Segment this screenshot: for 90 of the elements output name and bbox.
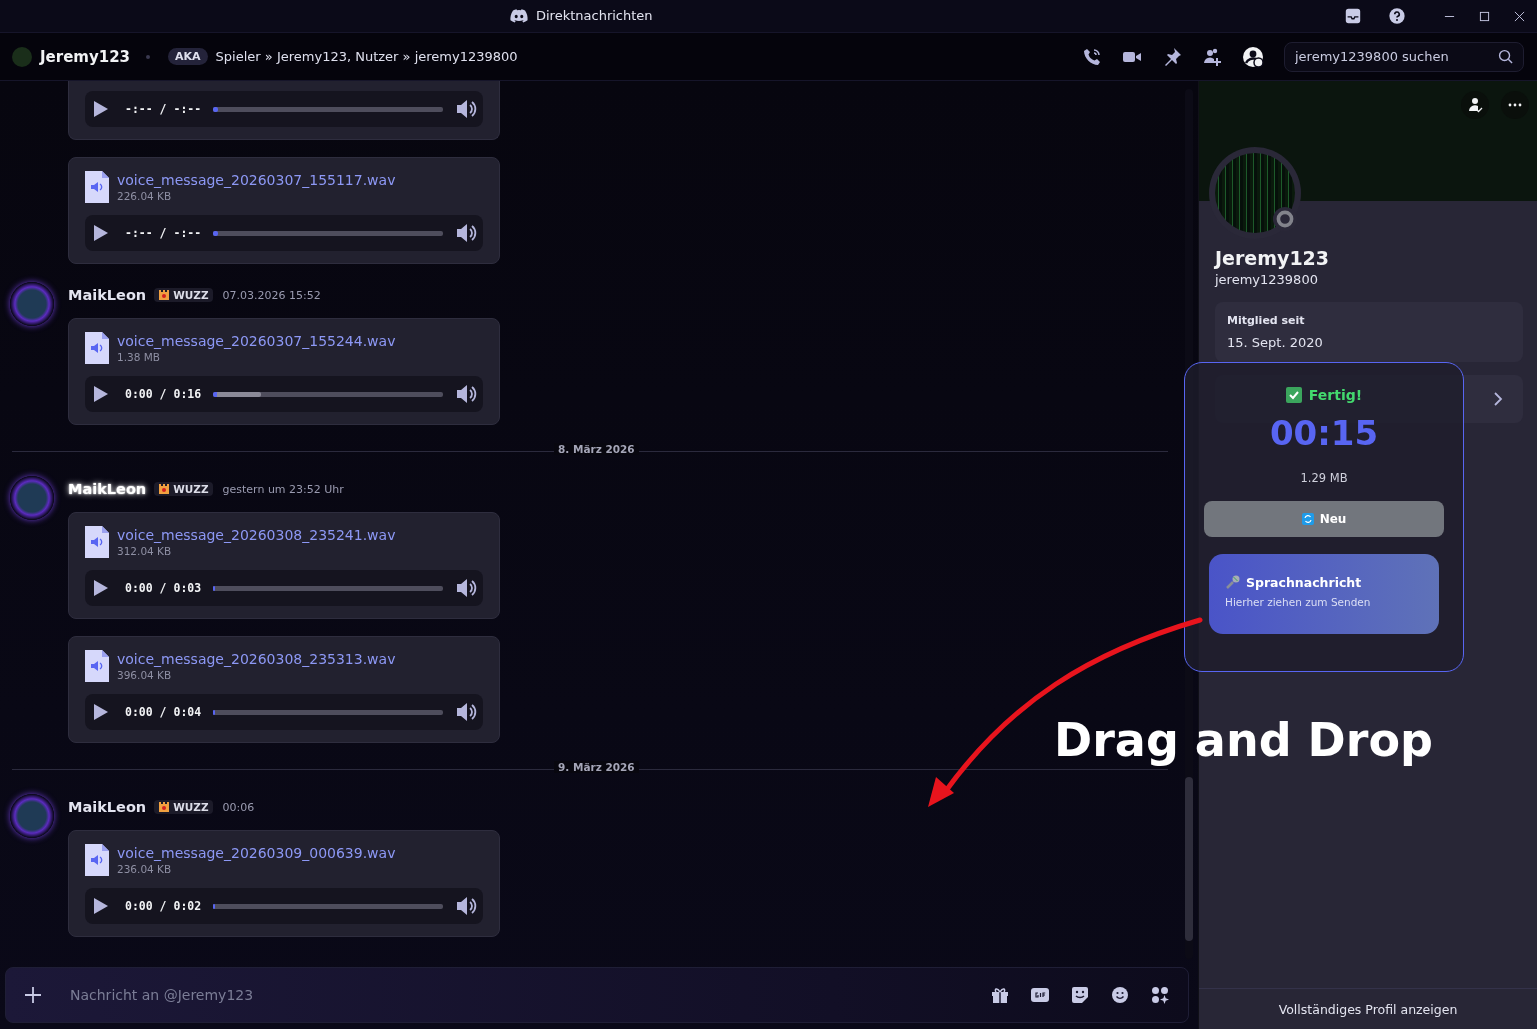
file-name-link[interactable]: voice_message_20260307_155117.wav (117, 171, 396, 189)
emoji-icon[interactable] (1110, 985, 1130, 1005)
message-timestamp: 00:06 (222, 800, 255, 814)
file-size: 312.04 KB (117, 543, 173, 558)
controller-logo-icon (510, 8, 528, 23)
inbox-icon[interactable] (1344, 7, 1362, 25)
file-name-link[interactable]: voice_message_20260309_000639.wav (117, 844, 396, 862)
sticker-icon[interactable] (1070, 985, 1090, 1005)
close-icon[interactable] (1514, 10, 1525, 22)
audio-time: 0:00 / 0:03 (125, 581, 202, 595)
author-name[interactable]: MaikLeon (68, 799, 147, 815)
aliases-text: Spieler » Jeremy123, Nutzer » jeremy1239800 (215, 49, 518, 64)
volume-icon[interactable] (455, 577, 477, 599)
file-size: 1.38 MB (117, 349, 161, 364)
play-icon[interactable] (93, 579, 109, 597)
chevron-right-icon (1493, 391, 1503, 407)
audio-file-icon (85, 844, 109, 876)
play-icon[interactable] (93, 385, 109, 403)
audio-time: -:-- / -:-- (125, 226, 202, 240)
person-check-icon[interactable] (1461, 91, 1489, 119)
recording-size: 1.29 MB (1300, 471, 1348, 485)
profile-username: jeremy1239800 (1215, 272, 1319, 287)
drag-card-title: Sprachnachricht (1246, 574, 1362, 590)
message-input[interactable]: Nachricht an @Jeremy123 (68, 986, 990, 1004)
search-icon (1498, 49, 1513, 64)
progress-bar[interactable] (213, 391, 443, 397)
volume-icon[interactable] (455, 895, 477, 917)
castle-icon (158, 289, 171, 301)
castle-icon (158, 483, 171, 495)
voice-message-drag-card[interactable]: Sprachnachricht Hierher ziehen zum Senden (1209, 554, 1439, 634)
member-label: Mitglied seit (1227, 314, 1306, 327)
help-icon[interactable] (1388, 7, 1406, 25)
gif-icon[interactable] (1030, 985, 1050, 1005)
volume-icon[interactable] (455, 222, 477, 244)
audio-file-icon (85, 526, 109, 558)
profile-name: Jeremy123 (1215, 247, 1331, 269)
maximize-icon[interactable] (1479, 10, 1490, 22)
audio-time: 0:00 / 0:16 (125, 387, 202, 401)
volume-icon[interactable] (455, 98, 477, 120)
recording-status: Fertig! (1308, 387, 1363, 403)
audio-file-icon (85, 332, 109, 364)
window-title: Direktnachrichten (536, 8, 653, 23)
author-name[interactable]: MaikLeon (68, 287, 147, 303)
play-icon[interactable] (93, 224, 109, 242)
message-composer[interactable]: Nachricht an @Jeremy123 (5, 967, 1189, 1023)
drag-card-hint: Hierher ziehen zum Senden (1225, 596, 1372, 608)
user-avatar (12, 46, 32, 67)
message-timestamp: 07.03.2026 15:52 (222, 288, 321, 302)
audio-time: 0:00 / 0:02 (125, 899, 202, 913)
file-size: 226.04 KB (117, 188, 173, 203)
recording-timer: 00:15 (1269, 413, 1379, 453)
play-icon[interactable] (93, 897, 109, 915)
new-recording-button[interactable]: Neu (1204, 501, 1444, 537)
file-name-link[interactable]: voice_message_20260308_235241.wav (117, 526, 396, 544)
annotation-text: Drag and Drop (1054, 713, 1433, 767)
tag-text: WUZZ (173, 801, 209, 813)
offline-status-icon (1273, 207, 1297, 231)
castle-icon (158, 801, 171, 813)
apps-icon[interactable] (1150, 985, 1170, 1005)
microphone-icon (1225, 574, 1241, 590)
volume-icon[interactable] (455, 701, 477, 723)
gift-icon[interactable] (990, 985, 1010, 1005)
add-people-icon[interactable] (1202, 46, 1222, 67)
search-field[interactable]: jeremy1239800 suchen (1284, 41, 1524, 72)
tag-text: WUZZ (173, 483, 209, 495)
aka-tag: AKA (168, 48, 208, 65)
refresh-icon (1301, 513, 1314, 525)
more-options-icon[interactable] (1501, 91, 1529, 119)
plus-icon[interactable] (24, 986, 42, 1004)
audio-file-icon (85, 171, 109, 203)
file-name-link[interactable]: voice_message_20260307_155244.wav (117, 332, 396, 350)
search-input[interactable]: jeremy1239800 suchen (1293, 48, 1498, 65)
audio-file-icon (85, 650, 109, 682)
author-name[interactable]: MaikLeon (68, 481, 147, 497)
file-name-link[interactable]: voice_message_20260308_235313.wav (117, 650, 396, 668)
play-icon[interactable] (93, 703, 109, 721)
channel-name: Jeremy123 (40, 47, 131, 66)
message-timestamp: gestern um 23:52 Uhr (222, 482, 344, 496)
file-size: 236.04 KB (117, 861, 173, 876)
audio-time: 0:00 / 0:04 (125, 705, 202, 719)
play-icon[interactable] (93, 100, 109, 118)
full-profile-link[interactable]: Vollständiges Profil anzeigen (1199, 988, 1537, 1029)
check-box-icon (1285, 387, 1302, 403)
user-profile-icon[interactable] (1242, 45, 1264, 68)
member-date: 15. Sept. 2020 (1227, 335, 1324, 350)
volume-icon[interactable] (455, 383, 477, 405)
file-size: 396.04 KB (117, 667, 173, 682)
phone-icon[interactable] (1082, 46, 1102, 67)
audio-time: -:-- / -:-- (125, 102, 202, 116)
tag-text: WUZZ (173, 289, 209, 301)
